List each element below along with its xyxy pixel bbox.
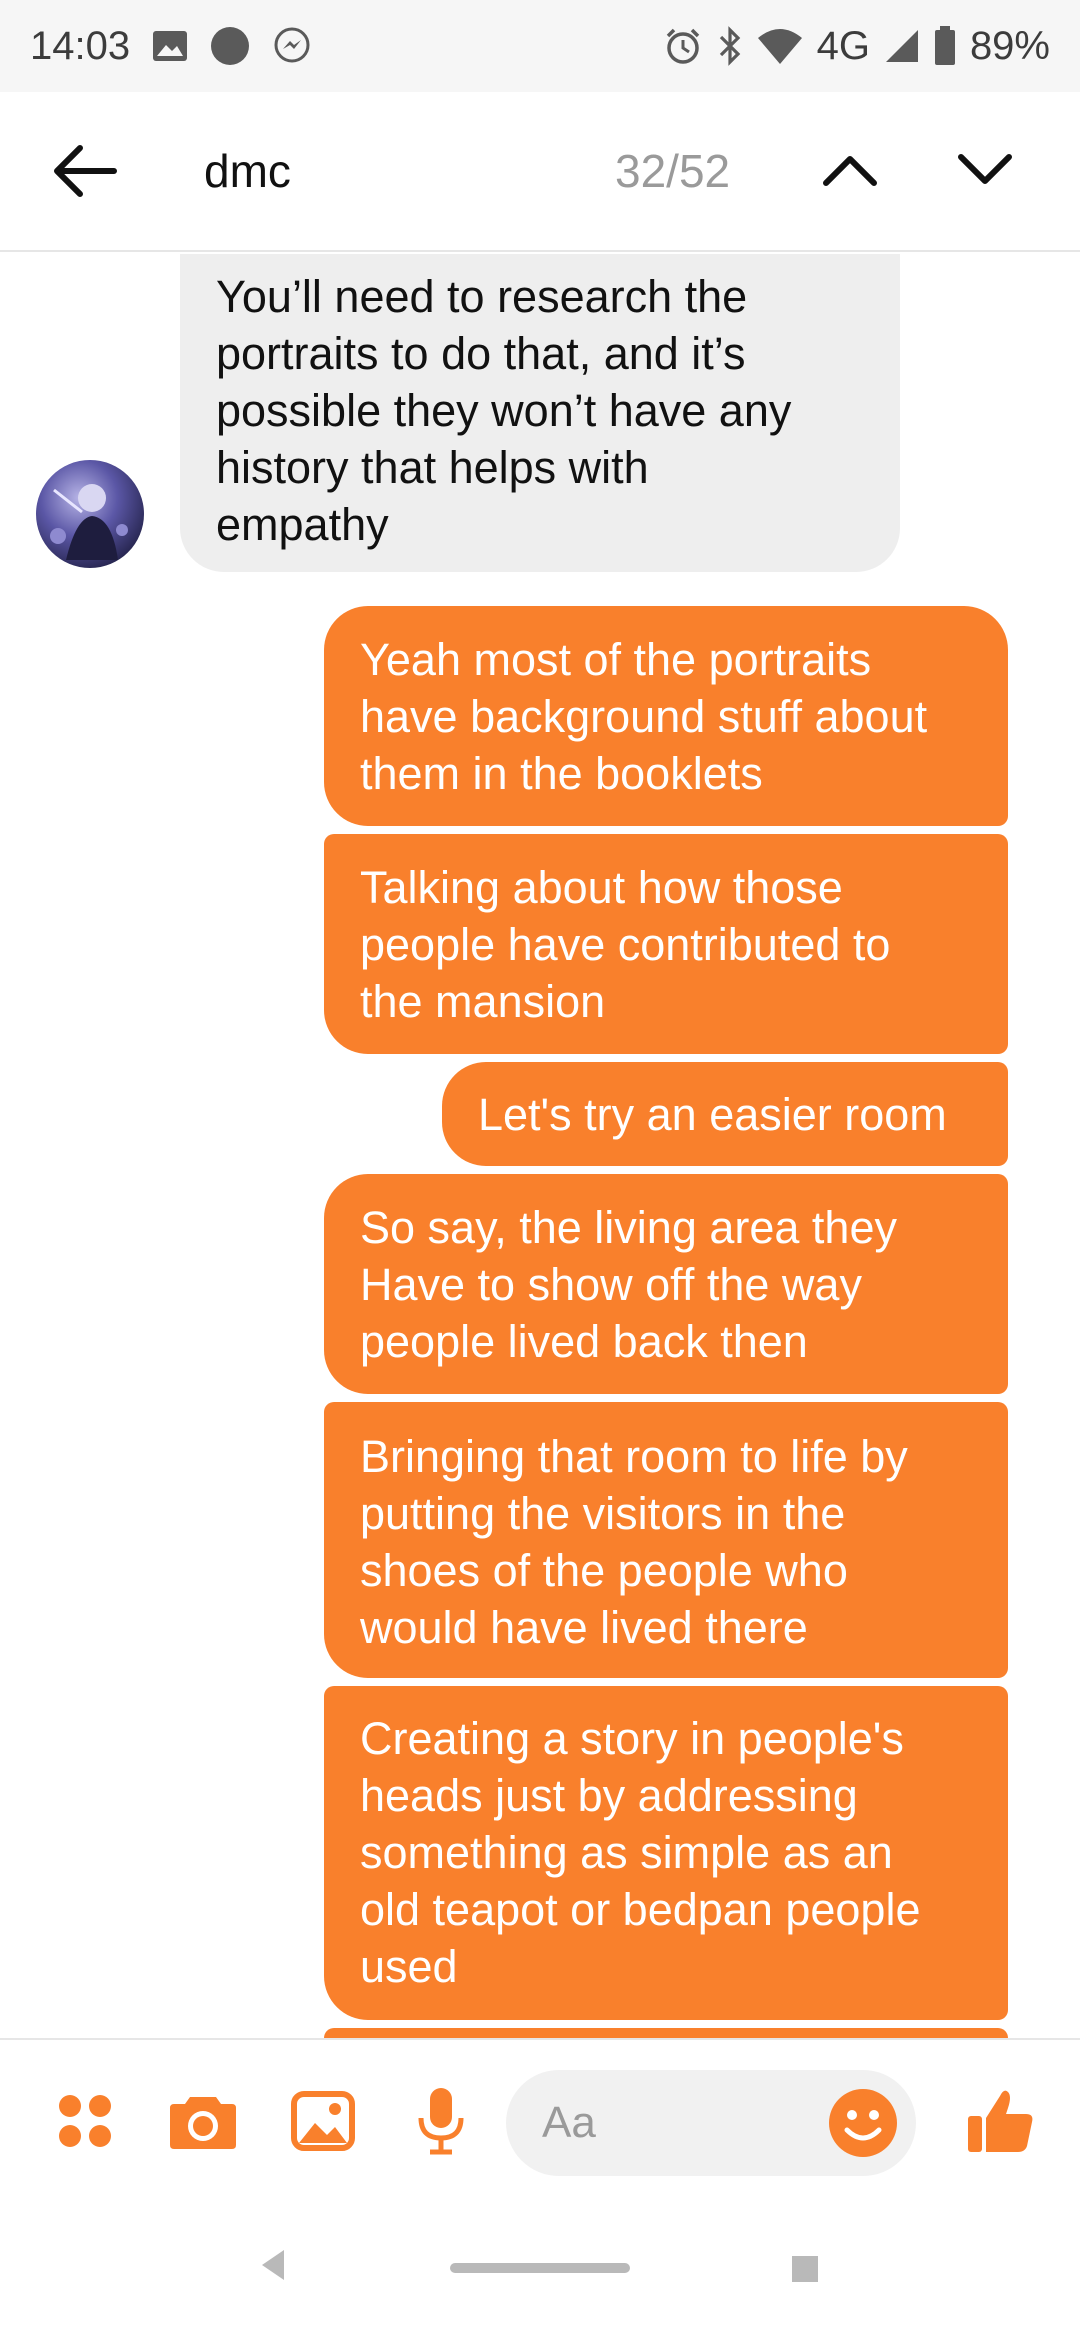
camera-icon <box>170 2097 236 2149</box>
message-bubble-incoming[interactable]: You’ll need to research the portraits to… <box>180 254 900 572</box>
chevron-up-icon <box>823 156 877 186</box>
microphone-button[interactable] <box>396 2076 486 2166</box>
message-bubble-outgoing[interactable]: Bringing that room to life by putting th… <box>324 1402 1008 1678</box>
profile-picture-icon <box>50 484 128 560</box>
thumbs-up-icon <box>968 2090 1033 2152</box>
status-bar: 14:03 4G 89% <box>0 0 1080 92</box>
bluetooth-icon <box>717 26 743 66</box>
arrow-left-icon <box>54 145 117 197</box>
message-bubble-outgoing[interactable]: Talking about how those people have cont… <box>324 834 1008 1054</box>
emoji-icon[interactable] <box>826 2086 900 2160</box>
message-bubble-outgoing-partial[interactable] <box>324 2028 1008 2038</box>
message-bubble-outgoing[interactable]: Yeah most of the portraits have backgrou… <box>324 606 1008 826</box>
battery-percent: 89% <box>969 23 1050 68</box>
nav-back-icon[interactable] <box>260 2248 286 2282</box>
search-query[interactable]: dmc <box>204 144 291 198</box>
image-notification-icon <box>152 30 188 62</box>
gallery-button[interactable] <box>278 2076 368 2166</box>
avatar[interactable] <box>36 460 144 568</box>
back-button[interactable] <box>24 111 144 231</box>
wifi-icon <box>757 26 803 66</box>
network-type: 4G <box>816 23 870 68</box>
search-header: dmc 32/52 <box>0 92 1080 252</box>
nav-home-handle[interactable] <box>450 2263 630 2273</box>
gallery-icon <box>291 2091 355 2151</box>
status-time: 14:03 <box>30 23 131 68</box>
message-bubble-outgoing[interactable]: Creating a story in people's heads just … <box>324 1686 1008 2020</box>
signal-icon <box>884 28 920 64</box>
apps-icon <box>59 2095 111 2147</box>
circle-notification-icon <box>210 26 250 66</box>
apps-button[interactable] <box>40 2076 130 2166</box>
chevron-down-icon <box>958 154 1012 184</box>
message-list[interactable]: You’ll need to research the portraits to… <box>0 254 1080 2038</box>
message-bubble-outgoing[interactable]: Let's try an easier room <box>442 1062 1008 1166</box>
camera-button[interactable] <box>158 2076 248 2166</box>
next-result-button[interactable] <box>935 114 1035 224</box>
message-input[interactable] <box>542 2090 802 2156</box>
microphone-icon <box>418 2088 464 2155</box>
result-count: 32/52 <box>615 145 731 197</box>
nav-recents-icon[interactable] <box>792 2256 818 2282</box>
message-bubble-outgoing[interactable]: So say, the living area they Have to sho… <box>324 1174 1008 1394</box>
battery-icon <box>934 26 956 66</box>
system-navigation-bar <box>0 2200 1080 2340</box>
like-button[interactable] <box>956 2076 1046 2166</box>
messenger-notification-icon <box>272 26 312 66</box>
message-input-container[interactable] <box>506 2070 916 2176</box>
alarm-icon <box>663 26 703 66</box>
previous-result-button[interactable] <box>800 114 900 224</box>
message-composer <box>0 2038 1080 2200</box>
